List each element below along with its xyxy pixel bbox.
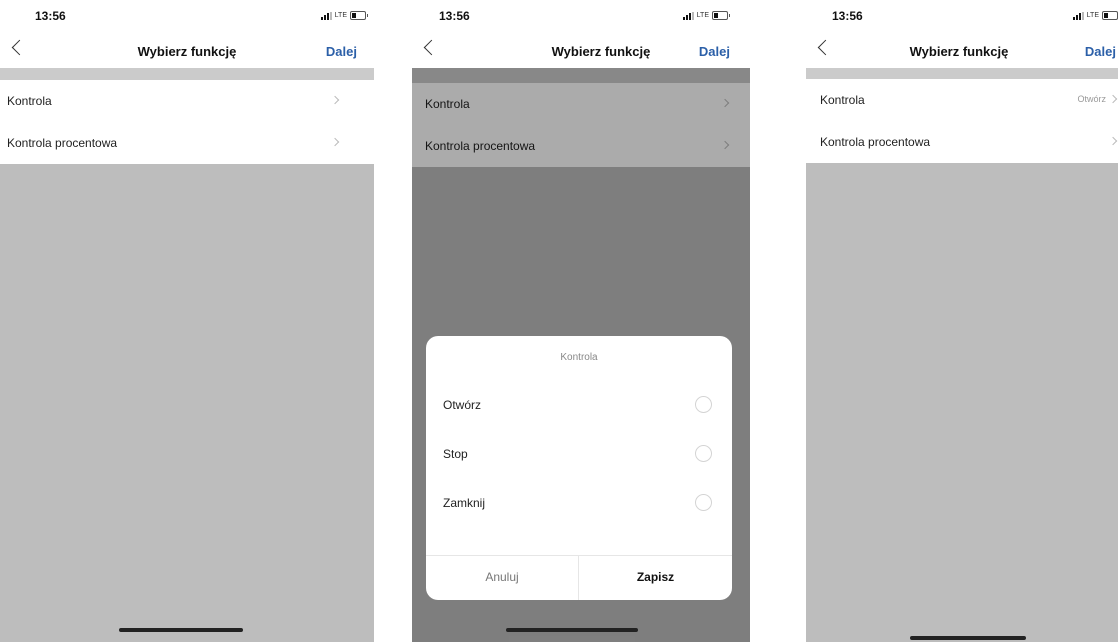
section-divider	[806, 68, 1118, 79]
list-item-kontrola-procentowa[interactable]: Kontrola procentowa	[806, 121, 1118, 163]
selected-value: Otwórz	[1077, 94, 1106, 104]
next-button[interactable]: Dalej	[1085, 44, 1116, 59]
status-time: 13:56	[35, 9, 66, 23]
empty-background	[0, 164, 374, 642]
home-indicator	[506, 628, 638, 632]
screen-2: 13:56 LTE Wybierz funkcję Dalej Kontrola…	[412, 0, 750, 642]
list-item-kontrola[interactable]: Kontrola	[0, 80, 374, 122]
dialog-title: Kontrola	[560, 352, 598, 363]
next-button[interactable]: Dalej	[326, 44, 357, 59]
status-icons: LTE	[682, 11, 730, 20]
next-button[interactable]: Dalej	[699, 44, 730, 59]
home-indicator	[119, 628, 243, 632]
chevron-right-icon	[330, 137, 340, 147]
page-title: Wybierz funkcję	[909, 44, 1009, 59]
battery-icon	[1102, 11, 1118, 20]
battery-icon	[712, 11, 730, 20]
option-label: Zamknij	[443, 496, 486, 510]
radio-icon[interactable]	[695, 396, 712, 413]
battery-icon	[350, 11, 368, 20]
status-bar: 13:56 LTE	[0, 0, 374, 30]
network-label: LTE	[696, 12, 709, 19]
list-item-label: Kontrola procentowa	[7, 136, 118, 150]
list-item-label: Kontrola procentowa	[820, 135, 931, 149]
back-chevron-icon[interactable]	[423, 39, 440, 56]
option-label: Stop	[443, 447, 468, 461]
home-indicator	[910, 636, 1026, 640]
radio-icon[interactable]	[695, 445, 712, 462]
network-label: LTE	[334, 12, 347, 19]
signal-icon	[320, 11, 332, 20]
empty-background	[806, 163, 1118, 642]
network-label: LTE	[1086, 12, 1099, 19]
radio-icon[interactable]	[695, 494, 712, 511]
list-item-kontrola[interactable]: Kontrola Otwórz	[806, 79, 1118, 121]
cancel-button[interactable]: Anuluj	[426, 556, 579, 600]
save-button[interactable]: Zapisz	[579, 556, 732, 600]
list-item-kontrola-procentowa[interactable]: Kontrola procentowa	[0, 122, 374, 164]
nav-bar: Wybierz funkcję Dalej	[412, 34, 750, 68]
list-item-label: Kontrola	[7, 94, 52, 108]
status-time: 13:56	[832, 9, 863, 23]
screen-1: 13:56 LTE Wybierz funkcję Dalej Kontrola…	[0, 0, 374, 642]
section-divider	[0, 68, 374, 80]
status-icons: LTE	[320, 11, 368, 20]
signal-icon	[682, 11, 694, 20]
option-otworz[interactable]: Otwórz	[426, 386, 732, 426]
nav-bar: Wybierz funkcję Dalej	[806, 34, 1118, 68]
dialog-footer: Anuluj Zapisz	[426, 555, 732, 600]
chevron-right-icon	[1108, 94, 1118, 104]
status-icons: LTE	[1072, 11, 1118, 20]
signal-icon	[1072, 11, 1084, 20]
option-zamknij[interactable]: Zamknij	[426, 484, 732, 524]
page-title: Wybierz funkcję	[137, 44, 237, 59]
list-item-label: Kontrola	[820, 93, 865, 107]
status-bar: 13:56 LTE	[806, 0, 1118, 30]
chevron-right-icon	[1108, 136, 1118, 146]
status-time: 13:56	[439, 9, 470, 23]
chevron-right-icon	[330, 95, 340, 105]
nav-bar: Wybierz funkcję Dalej	[0, 34, 374, 68]
option-label: Otwórz	[443, 398, 482, 412]
control-dialog: Kontrola Otwórz Stop Zamknij Anuluj Zapi…	[426, 336, 732, 600]
status-bar: 13:56 LTE	[412, 0, 750, 30]
option-stop[interactable]: Stop	[426, 435, 732, 475]
screen-3: 13:56 LTE Wybierz funkcję Dalej Kontrola…	[806, 0, 1118, 642]
